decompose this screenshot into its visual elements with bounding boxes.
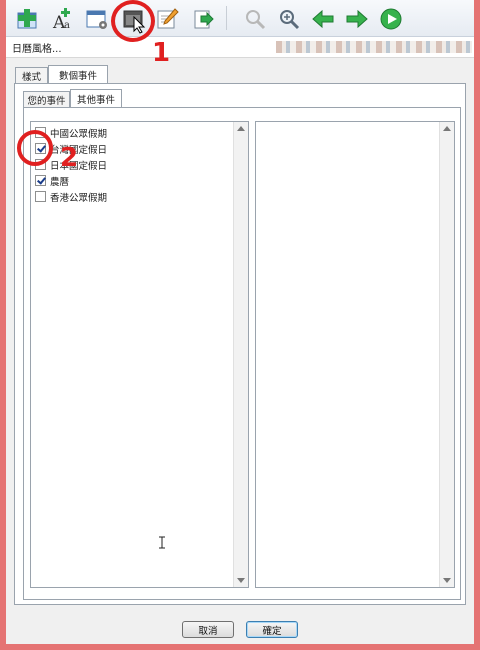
ok-button[interactable]: 確定 bbox=[246, 621, 298, 638]
annotation-circle-2 bbox=[17, 130, 53, 166]
zoom-in-icon[interactable] bbox=[276, 6, 302, 32]
toolbar: A a bbox=[6, 0, 474, 37]
annotation-step-2: 2 bbox=[60, 143, 79, 173]
calendar-label: 農曆 bbox=[50, 176, 70, 188]
edit-icon[interactable] bbox=[154, 6, 180, 32]
vertical-scrollbar[interactable] bbox=[233, 122, 248, 587]
dialog-window: A a 日曆風格... 樣式 數個事件 您的事件 其他事件 中國公眾假期 台灣國… bbox=[6, 0, 474, 644]
tab-multiple-events[interactable]: 數個事件 bbox=[48, 65, 108, 84]
event-preview-list[interactable] bbox=[255, 121, 455, 588]
svg-text:a: a bbox=[64, 20, 70, 31]
zoom-out-icon[interactable] bbox=[242, 6, 268, 32]
scroll-down-icon[interactable] bbox=[443, 578, 451, 583]
annotation-step-1: 1 bbox=[152, 38, 171, 68]
blurred-background bbox=[276, 41, 472, 53]
calendar-label: 中國公眾假期 bbox=[50, 128, 108, 140]
tab-your-events[interactable]: 您的事件 bbox=[23, 91, 70, 108]
cancel-button[interactable]: 取消 bbox=[182, 621, 234, 638]
add-event-icon[interactable] bbox=[14, 6, 40, 32]
vertical-scrollbar[interactable] bbox=[439, 122, 454, 587]
export-icon[interactable] bbox=[190, 6, 216, 32]
list-item[interactable]: 香港公眾假期 bbox=[35, 189, 107, 204]
forward-arrow-icon[interactable] bbox=[344, 6, 370, 32]
calendar-list[interactable]: 中國公眾假期 台灣國定假日 日本國定假日 農曆 香港公眾假期 bbox=[30, 121, 249, 588]
toolbar-separator bbox=[226, 6, 227, 30]
scroll-up-icon[interactable] bbox=[237, 126, 245, 131]
text-cursor-icon bbox=[159, 536, 165, 549]
font-icon[interactable]: A a bbox=[50, 6, 76, 32]
scroll-up-icon[interactable] bbox=[443, 126, 451, 131]
dialog-title: 日曆風格... bbox=[12, 44, 62, 55]
calendar-label: 日本國定假日 bbox=[50, 160, 108, 172]
tab-other-events[interactable]: 其他事件 bbox=[70, 89, 122, 108]
back-arrow-icon[interactable] bbox=[310, 6, 336, 32]
play-icon[interactable] bbox=[378, 6, 404, 32]
checkbox[interactable] bbox=[35, 175, 46, 186]
list-item[interactable]: 農曆 bbox=[35, 173, 69, 188]
calendar-settings-icon[interactable] bbox=[84, 6, 110, 32]
calendar-label: 台灣國定假日 bbox=[50, 144, 108, 156]
title-strip: 日曆風格... bbox=[6, 37, 474, 58]
calendar-label: 香港公眾假期 bbox=[50, 192, 108, 204]
checkbox[interactable] bbox=[35, 191, 46, 202]
scroll-down-icon[interactable] bbox=[237, 578, 245, 583]
tab-style[interactable]: 樣式 bbox=[15, 67, 48, 84]
mouse-pointer-icon bbox=[133, 16, 146, 34]
